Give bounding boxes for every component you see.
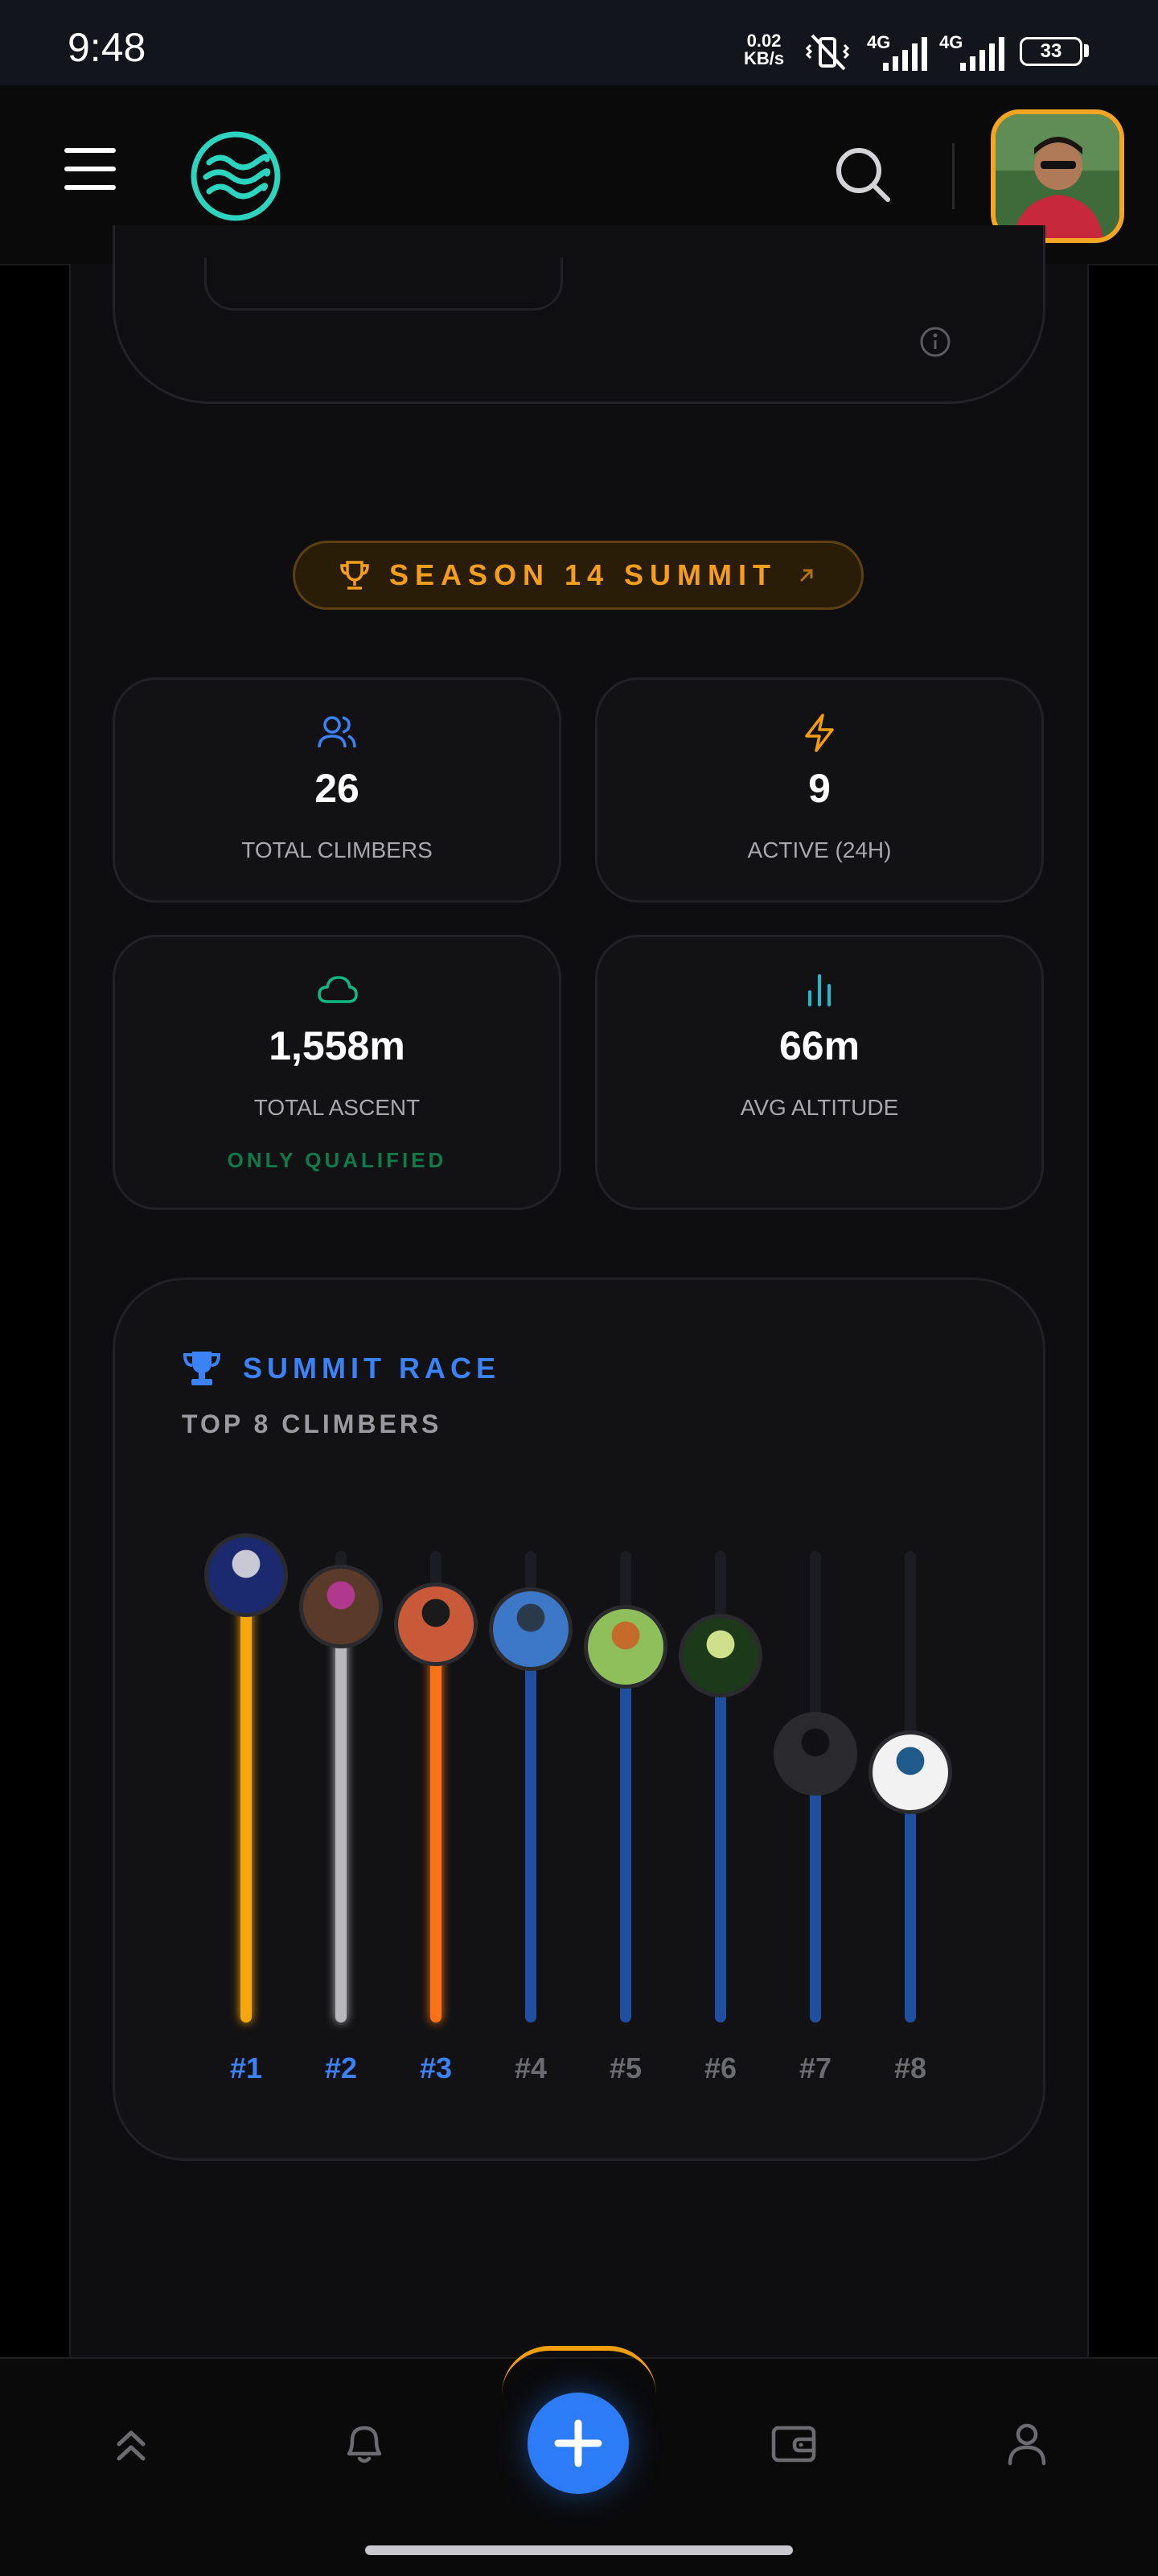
climber-avatar[interactable] bbox=[774, 1712, 857, 1796]
top-card-inner-box bbox=[204, 257, 563, 311]
climber-avatar[interactable] bbox=[868, 1730, 952, 1814]
network-speed: 0.02 KB/s bbox=[744, 32, 784, 68]
home-indicator bbox=[365, 2545, 793, 2555]
climber-avatar[interactable] bbox=[299, 1564, 383, 1648]
climber-avatar[interactable] bbox=[489, 1586, 573, 1671]
climber-avatar[interactable] bbox=[679, 1614, 762, 1698]
stat-label: ACTIVE (24H) bbox=[747, 837, 892, 862]
climber-avatar[interactable] bbox=[584, 1604, 667, 1689]
network-speed-unit: KB/s bbox=[744, 48, 785, 68]
stat-card-total-climbers: 26 TOTAL CLIMBERS bbox=[113, 677, 561, 903]
rank-label: #2 bbox=[324, 2051, 358, 2084]
race-bar-fill bbox=[430, 1624, 441, 2023]
stat-value: 26 bbox=[314, 766, 359, 811]
bar-chart-icon bbox=[808, 974, 831, 1006]
rank-label: #1 bbox=[229, 2051, 263, 2084]
stat-value: 1,558m bbox=[269, 1023, 405, 1068]
race-bar-fill bbox=[715, 1656, 726, 2023]
battery-level: 33 bbox=[1040, 40, 1062, 62]
season-label: SEASON 14 SUMMIT bbox=[388, 558, 778, 591]
race-bar-fill bbox=[620, 1646, 631, 2023]
rank-label: #7 bbox=[799, 2051, 832, 2084]
mute-vibrate-icon bbox=[805, 34, 850, 71]
avatar-photo bbox=[996, 114, 1119, 238]
rank-label: #8 bbox=[893, 2051, 927, 2084]
season-pill[interactable]: SEASON 14 SUMMIT bbox=[293, 541, 864, 610]
status-time: 9:48 bbox=[68, 25, 146, 70]
wallet-icon[interactable] bbox=[767, 2417, 820, 2470]
rank-label: #6 bbox=[704, 2051, 737, 2084]
stat-card-avg-altitude: 66m AVG ALTITUDE bbox=[595, 935, 1044, 1210]
trophy-icon bbox=[340, 561, 369, 590]
info-icon[interactable] bbox=[918, 325, 952, 359]
rank-label: #3 bbox=[419, 2051, 453, 2084]
top-card bbox=[113, 225, 1045, 404]
race-bar-fill bbox=[335, 1606, 347, 2023]
chevrons-up-icon[interactable] bbox=[105, 2418, 158, 2471]
plus-icon bbox=[554, 2419, 602, 2467]
race-subtitle: TOP 8 CLIMBERS bbox=[182, 1409, 442, 1438]
rank-label: #5 bbox=[609, 2051, 643, 2084]
stat-label: TOTAL ASCENT bbox=[253, 1095, 421, 1120]
race-trophy-icon bbox=[183, 1352, 221, 1385]
stat-value: 9 bbox=[808, 766, 831, 811]
climber-avatar[interactable] bbox=[204, 1533, 288, 1617]
bell-icon[interactable] bbox=[338, 2417, 391, 2470]
users-icon bbox=[318, 716, 356, 748]
stat-card-active-24h: 9 ACTIVE (24H) bbox=[595, 677, 1044, 903]
race-bar-fill bbox=[525, 1628, 536, 2023]
race-bar-fill bbox=[240, 1575, 252, 2023]
lightning-icon bbox=[805, 714, 834, 752]
user-icon[interactable] bbox=[1000, 2417, 1053, 2470]
signal-icon-2 bbox=[960, 37, 1004, 71]
search-icon[interactable] bbox=[833, 145, 893, 204]
battery-icon: 33 bbox=[1020, 37, 1082, 66]
stat-label: TOTAL CLIMBERS bbox=[241, 837, 433, 862]
fab-glow bbox=[502, 2346, 656, 2394]
cloud-icon bbox=[318, 976, 358, 1003]
external-link-arrow-icon bbox=[799, 569, 813, 582]
header-divider bbox=[952, 143, 955, 209]
battery-tip bbox=[1084, 44, 1089, 57]
user-avatar[interactable] bbox=[991, 109, 1124, 243]
rank-label: #4 bbox=[514, 2051, 548, 2084]
waves-logo-icon[interactable] bbox=[190, 130, 281, 222]
stat-note: ONLY QUALIFIED bbox=[227, 1148, 447, 1172]
stat-card-total-ascent: 1,558m TOTAL ASCENT ONLY QUALIFIED bbox=[113, 935, 561, 1210]
stat-label: AVG ALTITUDE bbox=[740, 1095, 899, 1120]
stat-value: 66m bbox=[778, 1023, 860, 1068]
network-speed-value: 0.02 bbox=[746, 31, 782, 51]
add-button[interactable] bbox=[528, 2393, 629, 2494]
climber-avatar[interactable] bbox=[394, 1582, 478, 1667]
hamburger-menu-icon[interactable] bbox=[64, 145, 116, 193]
signal-icon bbox=[883, 37, 927, 71]
race-title: SUMMIT RACE bbox=[243, 1352, 500, 1385]
